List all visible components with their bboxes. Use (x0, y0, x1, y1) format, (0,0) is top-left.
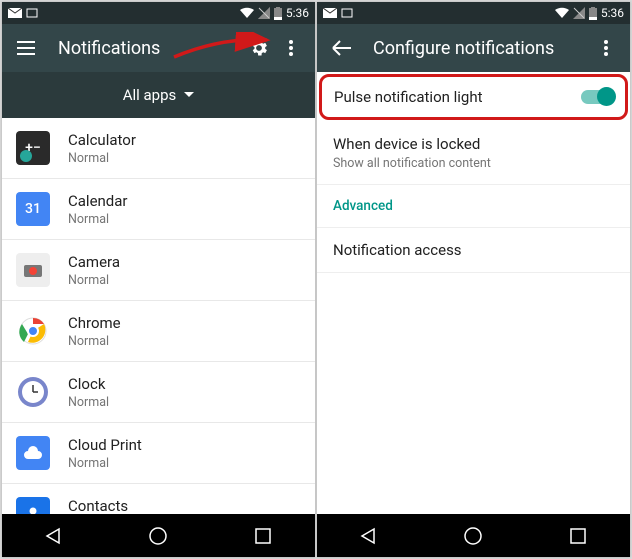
toolbar: Configure notifications (317, 24, 630, 72)
list-item[interactable]: +− Calculator Normal (2, 118, 315, 179)
app-status: Normal (68, 273, 120, 288)
setting-title: When device is locked (333, 135, 614, 153)
calculator-icon: +− (16, 131, 50, 165)
recents-button[interactable] (558, 516, 598, 556)
page-title: Notifications (58, 38, 243, 59)
app-name: Cloud Print (68, 436, 142, 454)
gmail-icon (8, 8, 22, 18)
app-name: Contacts (68, 497, 128, 515)
app-name: Clock (68, 375, 109, 393)
pulse-notification-row[interactable]: Pulse notification light (319, 74, 628, 120)
battery-icon (589, 7, 597, 20)
app-name: Chrome (68, 314, 121, 332)
list-item[interactable]: ContactsNormal (2, 484, 315, 514)
back-button[interactable] (349, 516, 389, 556)
page-title: Configure notifications (373, 38, 590, 59)
app-status: Normal (68, 456, 142, 471)
setting-title: Pulse notification light (334, 88, 581, 106)
overflow-menu-icon[interactable] (590, 32, 622, 64)
clock-text: 5:36 (601, 6, 624, 20)
chevron-down-icon (184, 92, 194, 98)
chrome-icon (16, 314, 50, 348)
setting-subtitle: Show all notification content (333, 156, 614, 171)
right-screenshot: 5:36 Configure notifications Pulse notif… (317, 2, 630, 557)
filter-label: All apps (123, 86, 177, 104)
setting-title: Notification access (333, 241, 614, 259)
list-item[interactable]: 31 Calendar Normal (2, 179, 315, 240)
overflow-menu-icon[interactable] (275, 32, 307, 64)
contacts-icon (16, 497, 50, 514)
wifi-icon (555, 7, 569, 19)
advanced-header: Advanced (317, 185, 630, 228)
wifi-icon (240, 7, 254, 19)
home-button[interactable] (453, 516, 493, 556)
toolbar: Notifications (2, 24, 315, 72)
left-screenshot: 5:36 Notifications All apps +− Calculato… (2, 2, 315, 557)
cloud-print-icon (16, 436, 50, 470)
screenshot-icon (26, 8, 38, 18)
calendar-icon: 31 (16, 192, 50, 226)
screenshot-icon (341, 8, 353, 18)
settings-gear-icon[interactable] (243, 32, 275, 64)
filter-dropdown[interactable]: All apps (2, 72, 315, 118)
hamburger-icon[interactable] (10, 32, 42, 64)
settings-list: Pulse notification light When device is … (317, 72, 630, 514)
section-label: Advanced (333, 198, 614, 214)
toggle-switch[interactable] (581, 90, 613, 104)
status-bar: 5:36 (317, 2, 630, 24)
app-status: Normal (68, 334, 121, 349)
clock-text: 5:36 (286, 6, 309, 20)
status-bar: 5:36 (2, 2, 315, 24)
recents-button[interactable] (243, 516, 283, 556)
signal-icon (573, 7, 585, 19)
app-status: Normal (68, 212, 128, 227)
app-name: Calendar (68, 192, 128, 210)
clock-icon (16, 375, 50, 409)
nav-bar (2, 514, 315, 557)
notification-access-row[interactable]: Notification access (317, 228, 630, 273)
back-arrow-icon[interactable] (325, 32, 357, 64)
signal-icon (258, 7, 270, 19)
gmail-icon (323, 8, 337, 18)
back-button[interactable] (34, 516, 74, 556)
app-status: Normal (68, 395, 109, 410)
list-item[interactable]: Cloud Print Normal (2, 423, 315, 484)
camera-icon (16, 253, 50, 287)
locked-row[interactable]: When device is locked Show all notificat… (317, 122, 630, 185)
battery-icon (274, 7, 282, 20)
app-name: Calculator (68, 131, 136, 149)
home-button[interactable] (138, 516, 178, 556)
app-status: Normal (68, 151, 136, 166)
nav-bar (317, 514, 630, 557)
list-item[interactable]: Clock Normal (2, 362, 315, 423)
app-name: Camera (68, 253, 120, 271)
list-item[interactable]: Chrome Normal (2, 301, 315, 362)
list-item[interactable]: Camera Normal (2, 240, 315, 301)
app-list: +− Calculator Normal 31 Calendar Normal Ca… (2, 118, 315, 514)
